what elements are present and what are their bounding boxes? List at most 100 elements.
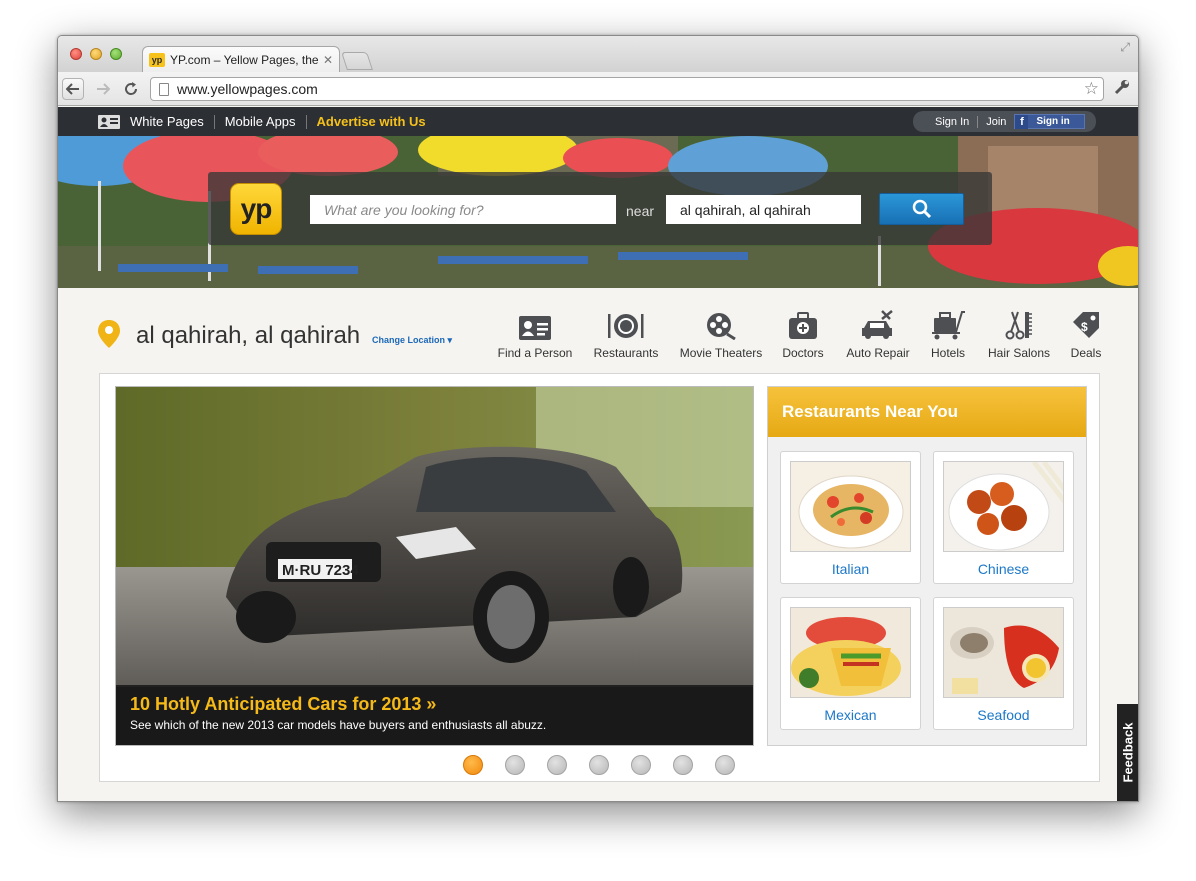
category-doctors[interactable]: Doctors <box>765 308 841 360</box>
white-pages-card-icon <box>98 114 120 129</box>
restaurant-card-label: Chinese <box>977 561 1030 577</box>
mobile-apps-link[interactable]: Mobile Apps <box>215 114 307 129</box>
browser-toolbar: www.yellowpages.com ☆ <box>58 72 1138 106</box>
carousel-pagination <box>463 755 735 775</box>
back-button[interactable] <box>62 78 84 100</box>
main-content: M·RU 7234 10 Hotly Anticipated Cars for … <box>99 373 1100 782</box>
sign-in-link[interactable]: Sign In <box>935 116 969 128</box>
change-location-label: Change Location <box>372 335 446 345</box>
category-auto-repair[interactable]: Auto Repair <box>841 308 915 360</box>
svg-text:$: $ <box>1081 320 1088 334</box>
where-location-input[interactable] <box>666 195 861 224</box>
carousel-subtitle: See which of the new 2013 car models hav… <box>130 718 547 732</box>
what-search-input[interactable] <box>310 195 616 224</box>
category-restaurants[interactable]: Restaurants <box>575 308 677 360</box>
account-bar: Sign In Join f Sign in <box>913 111 1096 132</box>
category-bar: Find a Person Restaurants Movie Theaters… <box>495 308 1115 360</box>
browser-tab[interactable]: yp YP.com – Yellow Pages, the n ✕ <box>142 46 340 72</box>
carousel-dot-5[interactable] <box>631 755 651 775</box>
category-label: Hotels <box>930 346 965 360</box>
zoom-window-button[interactable] <box>110 48 122 60</box>
address-bar[interactable]: www.yellowpages.com ☆ <box>150 77 1104 101</box>
carousel-dot-2[interactable] <box>505 755 525 775</box>
wrench-menu-icon[interactable] <box>1114 79 1130 100</box>
car-photo-image: M·RU 7234 <box>116 387 753 687</box>
restaurant-card-chinese[interactable]: Chinese <box>933 451 1074 584</box>
yp-favicon-icon: yp <box>149 52 165 67</box>
restaurant-card-label: Mexican <box>824 707 877 723</box>
join-link[interactable]: Join <box>986 116 1006 128</box>
account-separator <box>977 115 979 128</box>
feedback-tab[interactable]: Feedback <box>1117 704 1138 801</box>
forward-button[interactable] <box>92 78 114 100</box>
tab-title: YP.com – Yellow Pages, the n <box>170 52 318 67</box>
category-label: Deals <box>1070 346 1102 360</box>
category-label: Doctors <box>782 346 824 360</box>
category-label: Hair Salons <box>987 346 1051 360</box>
hero-banner: yp near <box>58 136 1138 288</box>
yp-top-nav: White Pages Mobile Apps Advertise with U… <box>58 107 1138 136</box>
advertise-link[interactable]: Advertise with Us <box>307 114 436 129</box>
category-find-a-person[interactable]: Find a Person <box>495 308 575 360</box>
category-label: Restaurants <box>593 346 659 360</box>
category-hotels[interactable]: Hotels <box>915 308 981 360</box>
featured-carousel[interactable]: M·RU 7234 10 Hotly Anticipated Cars for … <box>115 386 754 746</box>
facebook-sign-in-button[interactable]: f Sign in <box>1014 114 1085 129</box>
category-label: Movie Theaters <box>679 346 763 360</box>
chinese-food-image <box>943 461 1064 552</box>
fullscreen-icon[interactable]: ⤢ <box>1120 40 1130 55</box>
restaurant-card-mexican[interactable]: Mexican <box>780 597 921 730</box>
forward-arrow-icon <box>97 83 110 95</box>
category-movie-theaters[interactable]: Movie Theaters <box>677 308 765 360</box>
scissors-comb-icon <box>1005 311 1032 340</box>
location-pin-icon <box>98 320 120 348</box>
category-hair-salons[interactable]: Hair Salons <box>981 308 1057 360</box>
feedback-label: Feedback <box>1120 722 1136 783</box>
luggage-cart-icon <box>932 311 965 340</box>
license-plate: M·RU 7234 <box>282 562 359 579</box>
back-arrow-icon <box>66 83 79 95</box>
person-card-icon <box>519 316 551 340</box>
search-icon <box>912 199 931 219</box>
url-text: www.yellowpages.com <box>177 81 318 97</box>
close-window-button[interactable] <box>70 48 82 60</box>
minimize-window-button[interactable] <box>90 48 102 60</box>
reload-button[interactable] <box>120 78 142 100</box>
search-button[interactable] <box>879 193 964 225</box>
medical-bag-icon <box>789 312 817 339</box>
category-label: Auto Repair <box>846 346 910 360</box>
price-tag-icon: $ <box>1073 312 1099 338</box>
carousel-dot-1[interactable] <box>463 755 483 775</box>
restaurant-card-label: Seafood <box>977 707 1030 723</box>
bookmark-star-icon[interactable]: ☆ <box>1084 79 1099 99</box>
carousel-dot-6[interactable] <box>673 755 693 775</box>
new-tab-button[interactable] <box>341 52 373 70</box>
close-tab-icon[interactable]: ✕ <box>323 53 333 67</box>
restaurant-card-italian[interactable]: Italian <box>780 451 921 584</box>
change-location-link[interactable]: Change Location ▾ <box>372 335 452 346</box>
restaurant-card-seafood[interactable]: Seafood <box>933 597 1074 730</box>
tab-strip: yp YP.com – Yellow Pages, the n ✕ ⤢ <box>58 36 1138 72</box>
facebook-sign-in-label: Sign in <box>1036 116 1070 127</box>
restaurants-near-you-panel: Restaurants Near You Italian Chinese Mex… <box>767 386 1087 746</box>
carousel-dot-4[interactable] <box>589 755 609 775</box>
seafood-image <box>943 607 1064 698</box>
location-row: al qahirah, al qahirah Change Location ▾… <box>98 308 1101 360</box>
reload-icon <box>125 82 138 95</box>
white-pages-link[interactable]: White Pages <box>130 114 215 129</box>
carousel-dot-7[interactable] <box>715 755 735 775</box>
film-reel-icon <box>707 313 736 340</box>
restaurant-card-label: Italian <box>831 561 870 577</box>
yp-logo[interactable]: yp <box>230 183 282 235</box>
category-label: Find a Person <box>497 346 573 360</box>
plate-utensils-icon <box>608 314 644 338</box>
restaurant-category-grid: Italian Chinese Mexican Seafood <box>780 451 1074 730</box>
carousel-title-link[interactable]: 10 Hotly Anticipated Cars for 2013 » <box>130 694 739 715</box>
carousel-dot-3[interactable] <box>547 755 567 775</box>
search-panel: yp near <box>208 172 992 245</box>
current-location: al qahirah, al qahirah <box>136 322 361 349</box>
facebook-icon: f <box>1015 114 1029 129</box>
category-deals[interactable]: $ Deals <box>1057 308 1115 360</box>
browser-window: yp YP.com – Yellow Pages, the n ✕ ⤢ www.… <box>57 35 1139 802</box>
carousel-caption: 10 Hotly Anticipated Cars for 2013 » See… <box>116 685 753 745</box>
